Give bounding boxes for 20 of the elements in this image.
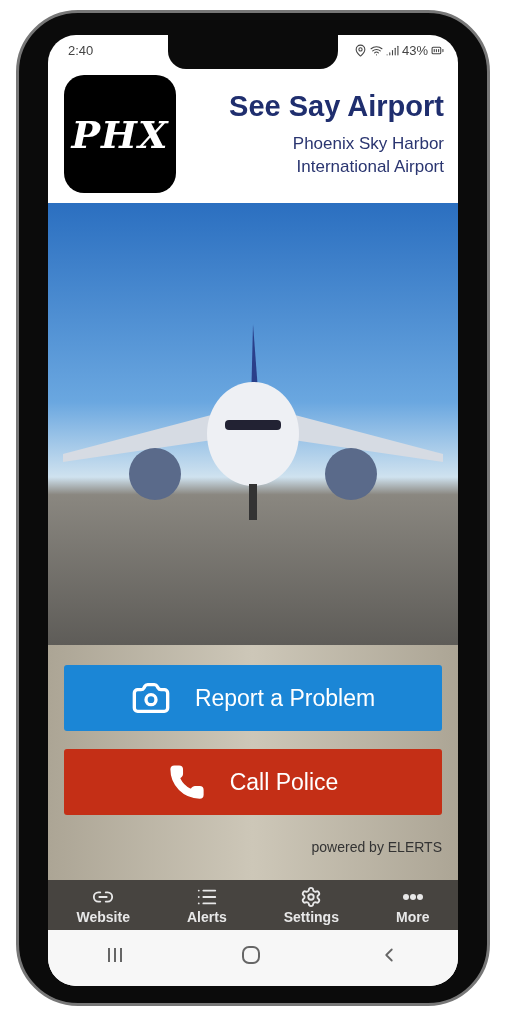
airport-name: Phoenix Sky Harbor International Airport — [292, 133, 444, 178]
settings-icon — [300, 885, 323, 908]
report-problem-button[interactable]: Report a Problem — [64, 665, 442, 731]
phone-icon — [167, 763, 206, 801]
app-logo: PHX — [64, 75, 176, 193]
app-title: See Say Airport — [229, 90, 444, 124]
tab-item[interactable]: Settings — [277, 885, 345, 925]
more-icon — [401, 892, 424, 901]
tab-item[interactable]: Alerts — [181, 885, 233, 925]
call-police-button[interactable]: Call Police — [64, 749, 442, 815]
recent-apps-icon — [106, 946, 125, 964]
home-icon — [241, 945, 261, 965]
location-icon — [353, 43, 367, 57]
status-time: 2:40 — [68, 42, 94, 58]
powered-by-text: powered by ELERTS — [311, 839, 442, 855]
battery-percent: 43% — [401, 42, 428, 58]
signal-icon — [385, 43, 399, 57]
tab-item[interactable]: More — [390, 885, 436, 925]
wifi-icon — [369, 43, 383, 57]
tab-item[interactable]: Website — [70, 885, 136, 925]
